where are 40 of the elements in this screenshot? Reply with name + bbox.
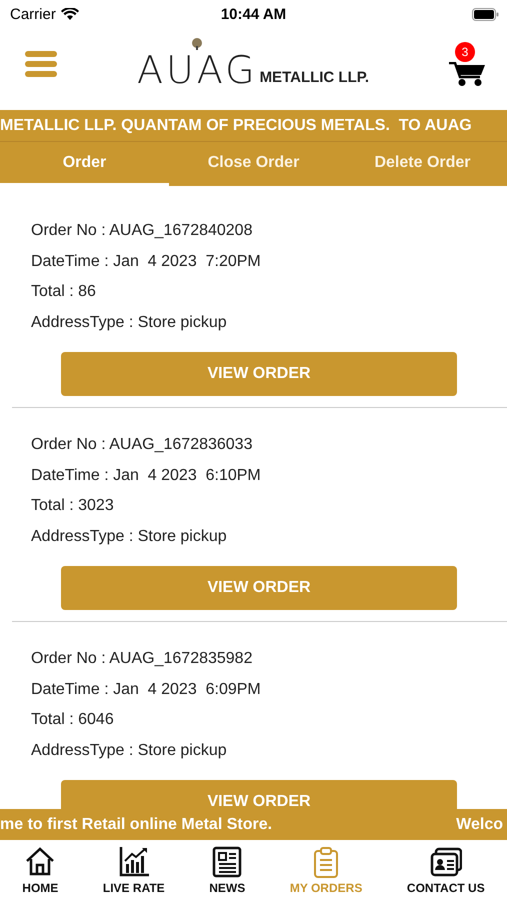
wifi-icon (60, 8, 79, 20)
order-address-type: AddressType : Store pickup (30, 526, 228, 546)
tab-bar-item[interactable]: LIVE RATE (100, 846, 167, 894)
marquee-text: me to first Retail online Metal Store. (0, 816, 272, 834)
view-order-button[interactable]: VIEW ORDER (61, 352, 457, 396)
order-datetime: DateTime : Jan 4 2023 7:20PM (30, 252, 262, 272)
order-number: Order No : AUAG_1672840208 (30, 221, 254, 241)
contact-card-icon (430, 846, 462, 878)
tab-bar-item[interactable]: CONTACT US (404, 846, 487, 894)
tab[interactable]: Delete Order (338, 142, 507, 186)
tab-bar-item[interactable]: NEWS (207, 846, 248, 894)
order-total: Total : 6046 (30, 710, 115, 730)
cart-count-badge: 3 (454, 42, 475, 62)
carrier-text: Carrier (10, 6, 56, 22)
menu-icon[interactable] (25, 51, 57, 77)
view-order-button[interactable]: VIEW ORDER (61, 780, 457, 809)
order-datetime: DateTime : Jan 4 2023 6:10PM (30, 466, 262, 486)
order-total: Total : 86 (30, 282, 97, 302)
order-number: Order No : AUAG_1672836033 (30, 435, 254, 455)
logo-subtitle: METALLIC LLP. (260, 69, 370, 86)
order-address-type: AddressType : Store pickup (30, 740, 228, 760)
tree-icon (190, 38, 204, 50)
tab[interactable]: Order (0, 142, 169, 186)
newspaper-icon (211, 846, 244, 878)
order-total: Total : 3023 (30, 496, 115, 516)
tab-bar-item[interactable]: HOME (20, 846, 60, 894)
bar-chart-icon (118, 846, 150, 878)
cart-icon[interactable] (448, 62, 485, 86)
order-number: Order No : AUAG_1672835982 (30, 649, 254, 669)
marquee-text: Welco (456, 816, 503, 834)
order-datetime: DateTime : Jan 4 2023 6:09PM (30, 680, 262, 700)
battery-icon (472, 8, 499, 20)
order-address-type: AddressType : Store pickup (30, 312, 228, 332)
house-icon (24, 846, 56, 878)
view-order-button[interactable]: VIEW ORDER (61, 566, 457, 610)
tab[interactable]: Close Order (169, 142, 338, 186)
tab-bar-item[interactable]: MY ORDERS (288, 846, 364, 894)
clock-time: 10:44 AM (220, 6, 288, 22)
marquee-text: METALLIC LLP. QUANTAM OF PRECIOUS METALS. TO AUAG (0, 116, 472, 134)
logo-text: AUAG (136, 50, 258, 90)
